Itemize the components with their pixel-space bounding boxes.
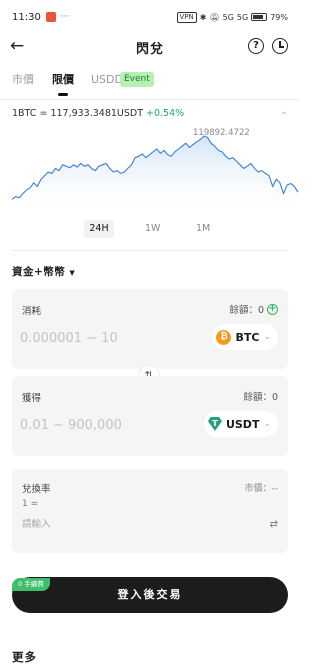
swap-icon[interactable]: ⇄ <box>270 519 278 530</box>
order-type-tabs: 市價 限價 USDD Event <box>0 68 300 96</box>
consume-balance: 餘額：0 + <box>229 302 278 316</box>
receive-label: 獲得 <box>22 393 42 404</box>
chart-area-fill <box>12 136 298 214</box>
more-notifications-icon: ··· <box>60 12 70 22</box>
consume-panel: 消耗 餘額：0 + ₿ BTC ⌄ <box>12 289 288 369</box>
consume-coin-select[interactable]: ₿ BTC ⌄ <box>212 324 278 350</box>
vpn-icon: VPN <box>176 11 197 23</box>
account-selector-label: 資金+幣幣 <box>12 266 66 278</box>
pair-price: 1BTC = 117,933.3481USDT <box>12 108 144 119</box>
caret-down-icon: ▼ <box>69 269 76 277</box>
signal-icon-1: 5G <box>222 12 234 22</box>
price-change: +0.54% <box>146 108 185 119</box>
more-heading: 更多 <box>12 650 37 664</box>
event-badge: Event <box>120 72 154 87</box>
signal-icon-2: 5G <box>236 12 249 22</box>
range-tabs: 24H 1W 1M <box>0 220 300 238</box>
consume-coin-label: BTC <box>235 330 260 344</box>
status-bar: 11:30 ··· VPN ✱ 🔕︎ 5G 5G 79% <box>0 0 300 34</box>
range-tab-1m[interactable]: 1M <box>196 220 210 238</box>
rate-label: 兌換率 <box>22 484 51 495</box>
range-tab-1w[interactable]: 1W <box>145 220 160 238</box>
receive-amount-input[interactable] <box>20 412 180 438</box>
back-arrow-icon[interactable]: ← <box>10 36 24 56</box>
market-rate: 市價：-- <box>244 484 279 494</box>
tabs-divider <box>0 99 300 100</box>
consume-balance-text: 餘額：0 <box>229 305 264 316</box>
tab-market[interactable]: 市價 <box>12 68 34 92</box>
battery-percent: 79% <box>270 12 288 22</box>
receive-balance: 餘額：0 <box>243 392 278 403</box>
receive-panel: 獲得 餘額：0 T USDT ⌄ <box>12 376 288 456</box>
login-to-trade-button[interactable]: 登入後交易 <box>12 577 288 613</box>
section-divider <box>12 250 288 251</box>
app-notification-icon <box>45 12 56 22</box>
rate-prefix: 1 = <box>22 499 39 509</box>
zero-fee-badge: 0 手續費 <box>12 578 50 591</box>
receive-coin-label: USDT <box>225 417 260 431</box>
history-icon[interactable] <box>272 38 288 54</box>
usdt-icon: T <box>207 417 222 431</box>
tab-usdd[interactable]: USDD <box>91 68 123 92</box>
tab-limit[interactable]: 限價 <box>52 68 74 96</box>
battery-icon <box>251 13 268 21</box>
header: ← 閃兌 ? <box>0 34 300 60</box>
price-chart <box>11 135 299 214</box>
rate-input[interactable] <box>22 515 222 533</box>
rate-panel: 兌換率 市價：-- 1 = ⇄ <box>12 469 288 553</box>
bluetooth-icon: ✱ <box>199 12 207 22</box>
range-tab-24h[interactable]: 24H <box>84 220 114 238</box>
btc-icon: ₿ <box>216 329 232 345</box>
help-icon[interactable]: ? <box>248 38 264 54</box>
status-indicators: VPN ✱ 🔕︎ 5G 5G 79% <box>176 11 288 23</box>
add-icon[interactable]: + <box>267 303 278 315</box>
status-time: 11:30 <box>12 11 41 23</box>
price-row[interactable]: 1BTC = 117,933.3481USDT +0.54% ⌄ <box>12 106 290 122</box>
chevron-down-icon: ⌄ <box>263 419 271 429</box>
receive-coin-select[interactable]: T USDT ⌄ <box>203 411 278 437</box>
account-selector[interactable]: 資金+幣幣 ▼ <box>12 264 75 279</box>
chevron-down-icon: ⌄ <box>263 332 271 342</box>
consume-amount-input[interactable] <box>20 325 180 351</box>
mute-icon: 🔕︎ <box>209 12 220 22</box>
chevron-down-icon[interactable]: ⌄ <box>280 106 288 117</box>
consume-label: 消耗 <box>22 306 42 317</box>
